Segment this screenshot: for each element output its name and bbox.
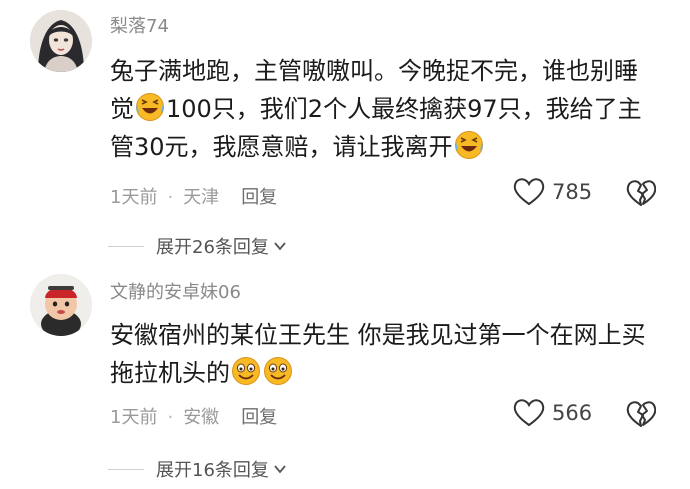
like-count: 566 [552,401,593,425]
comment-username[interactable]: 文静的安卓妹06 [110,278,241,304]
comment-item: 梨落74 兔子满地跑，主管嗷嗷叫。今晚捉不完，谁也别睡觉 100只，我们2个人最… [0,0,690,262]
comment-username[interactable]: 梨落74 [110,12,169,38]
expand-replies-label: 展开16条回复 [156,460,269,481]
laughing-tears-emoji-icon [136,93,164,121]
broken-heart-icon [626,401,657,427]
divider-line [108,468,144,470]
comment-meta: 1天前 · 天津 回复 [110,183,277,209]
avatar[interactable] [30,274,92,336]
comment-text: 安徽宿州的某位王先生 你是我见过第一个在网上买拖拉机头的 [110,316,650,392]
avatar-image [30,274,92,336]
like-count: 785 [552,180,593,204]
broken-heart-icon [626,180,657,206]
divider-line [108,245,144,247]
avatar-image [30,10,92,72]
expand-replies-label: 展开26条回复 [156,237,269,258]
comment-meta: 1天前 · 安徽 回复 [110,403,277,429]
comment-time: 1天前 [110,407,158,428]
comment-item: 文静的安卓妹06 安徽宿州的某位王先生 你是我见过第一个在网上买拖拉机头的 1天… [0,262,690,489]
like-button[interactable]: 566 [512,398,592,428]
dislike-button[interactable] [626,178,657,212]
comment-time: 1天前 [110,187,158,208]
comment-text-part: 安徽宿州的某位王先生 你是我见过第一个在网上买拖拉机头的 [110,321,646,387]
chevron-down-icon [274,242,286,251]
comment-text-part: 100只，我们2个人最终擒获97只，我给了主管30元，我愿意赔，请让我离开 [110,95,642,161]
heart-outline-icon [513,399,545,427]
dislike-button[interactable] [626,399,657,433]
grin-emoji-icon [264,357,292,385]
avatar[interactable] [30,10,92,72]
expand-replies-button[interactable]: 展开16条回复 [108,456,287,482]
laughing-tears-emoji-icon [454,131,483,159]
comment-location: 安徽 [183,407,220,428]
expand-replies-button[interactable]: 展开26条回复 [108,233,287,259]
comment-location: 天津 [183,187,220,208]
reply-button[interactable]: 回复 [241,187,277,208]
chevron-down-icon [274,465,286,474]
meta-separator: · [167,407,174,428]
reply-button[interactable]: 回复 [241,407,277,428]
like-button[interactable]: 785 [512,177,592,207]
heart-outline-icon [513,178,545,206]
comment-text: 兔子满地跑，主管嗷嗷叫。今晚捉不完，谁也别睡觉 100只，我们2个人最终擒获97… [110,52,650,166]
grin-emoji-icon [232,357,260,385]
meta-separator: · [167,187,174,208]
